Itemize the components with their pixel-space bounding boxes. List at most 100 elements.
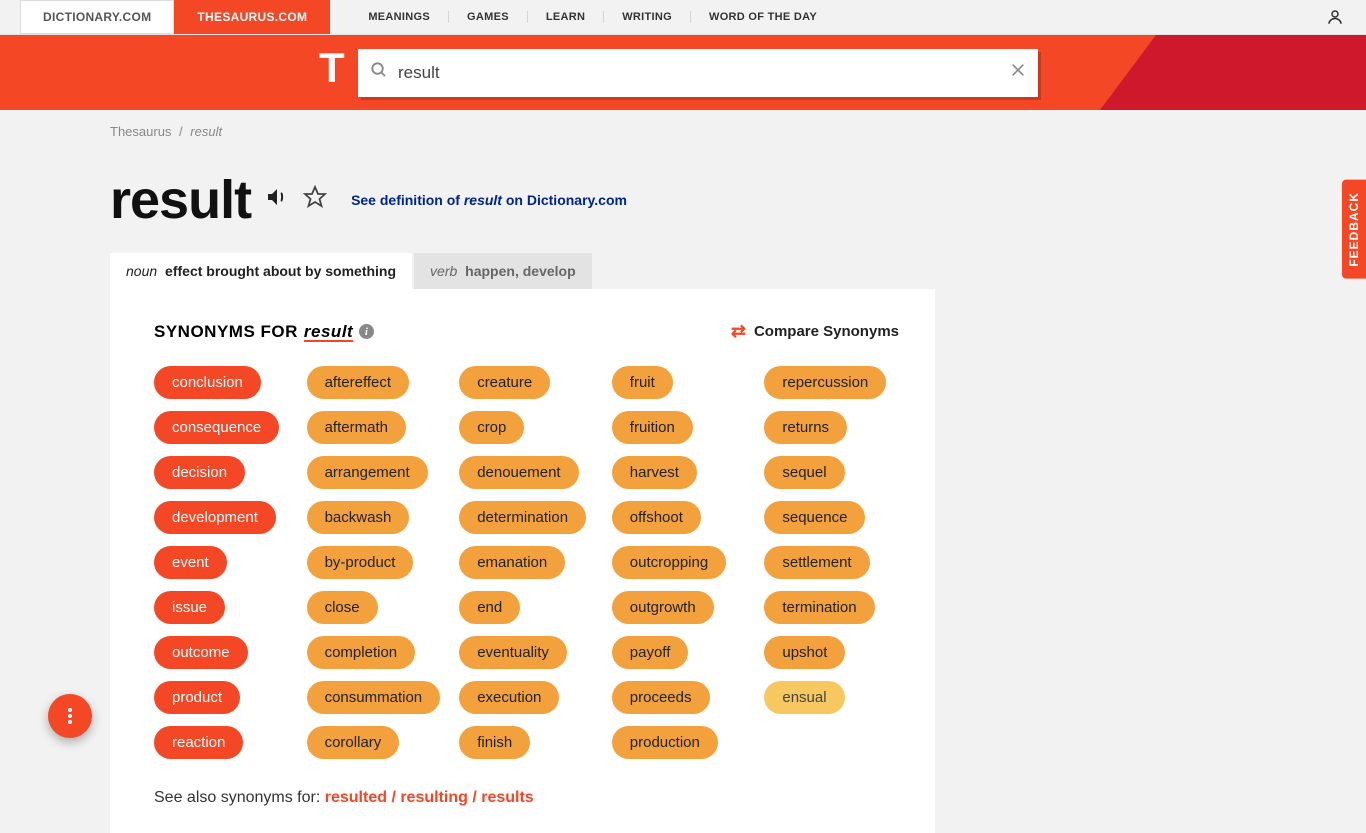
synonym-pill[interactable]: proceeds	[612, 681, 710, 714]
synonym-pill[interactable]: eventuality	[459, 636, 567, 669]
synonym-pill[interactable]: denouement	[459, 456, 578, 489]
deflink-post: on Dictionary.com	[502, 192, 627, 208]
synonym-pill[interactable]: creature	[459, 366, 550, 399]
synonym-pill[interactable]: execution	[459, 681, 559, 714]
main: result See definition of result on Dicti…	[110, 169, 935, 833]
nav-links: MEANINGS GAMES LEARN WRITING WORD OF THE…	[350, 0, 835, 34]
synonym-col: fruit fruition harvest offshoot outcropping o…	[612, 366, 747, 759]
compare-synonyms-button[interactable]: ⇄ Compare Synonyms	[731, 321, 899, 342]
synonym-pill[interactable]: outgrowth	[612, 591, 714, 624]
tab-pos: verb	[430, 263, 457, 279]
synonym-pill[interactable]: fruition	[612, 411, 693, 444]
breadcrumb-root[interactable]: Thesaurus	[110, 124, 171, 139]
synonym-pill[interactable]: consummation	[307, 681, 441, 714]
synonym-pill[interactable]: corollary	[307, 726, 400, 759]
synonym-pill[interactable]: repercussion	[764, 366, 886, 399]
clear-icon[interactable]	[1010, 62, 1026, 83]
feedback-button[interactable]: FEEDBACK	[1342, 180, 1366, 279]
search-bar	[0, 35, 1366, 110]
synonym-pill[interactable]: returns	[764, 411, 847, 444]
compare-label: Compare Synonyms	[754, 323, 899, 340]
synonym-pill[interactable]: crop	[459, 411, 524, 444]
site-tab-thesaurus[interactable]: THESAURUS.COM	[174, 0, 330, 34]
synonym-pill[interactable]: decision	[154, 456, 245, 489]
tab-noun[interactable]: noun effect brought about by something	[110, 253, 412, 289]
swap-icon: ⇄	[731, 321, 746, 342]
synonym-pill[interactable]: backwash	[307, 501, 410, 534]
nav-link-meanings[interactable]: MEANINGS	[350, 11, 449, 23]
see-also: See also synonyms for: resulted / result…	[154, 789, 899, 807]
synonym-pill[interactable]: outcome	[154, 636, 248, 669]
synonym-pill[interactable]: sequence	[764, 501, 865, 534]
pos-tabs: noun effect brought about by something v…	[110, 253, 935, 289]
synonym-pill[interactable]: by-product	[307, 546, 414, 579]
synonym-pill[interactable]: sequel	[764, 456, 844, 489]
synonym-pill[interactable]: harvest	[612, 456, 697, 489]
synonym-pill[interactable]: product	[154, 681, 240, 714]
synonyms-header: SYNONYMS FOR result i	[154, 322, 374, 342]
synonym-pill[interactable]: finish	[459, 726, 530, 759]
synonym-pill[interactable]: aftereffect	[307, 366, 409, 399]
nav-link-wotd[interactable]: WORD OF THE DAY	[691, 11, 835, 23]
synonym-pill[interactable]: determination	[459, 501, 586, 534]
nav-link-writing[interactable]: WRITING	[604, 11, 691, 23]
synonym-col: aftereffect aftermath arrangement backwash b…	[307, 366, 442, 759]
synonym-pill[interactable]: ensual	[764, 681, 844, 714]
tab-def: happen, develop	[465, 263, 575, 279]
synonym-pill[interactable]: development	[154, 501, 276, 534]
synonym-pill[interactable]: reaction	[154, 726, 243, 759]
site-tab-dictionary[interactable]: DICTIONARY.COM	[20, 0, 174, 34]
synonym-pill[interactable]: settlement	[764, 546, 869, 579]
definition-link[interactable]: See definition of result on Dictionary.c…	[351, 192, 627, 208]
tab-verb[interactable]: verb happen, develop	[414, 253, 592, 289]
deflink-pre: See definition of	[351, 192, 464, 208]
search-input[interactable]	[398, 63, 1010, 83]
synonym-col: conclusion consequence decision development…	[154, 366, 289, 759]
see-also-forms[interactable]: resulted / resulting / results	[325, 789, 534, 806]
synonym-pill[interactable]: arrangement	[307, 456, 428, 489]
synonym-pill[interactable]: upshot	[764, 636, 845, 669]
breadcrumb: Thesaurus / result	[0, 110, 1366, 139]
synonym-pill[interactable]: payoff	[612, 636, 689, 669]
synonym-pill[interactable]: end	[459, 591, 520, 624]
search-box	[358, 49, 1038, 97]
synonym-pill[interactable]: close	[307, 591, 378, 624]
synonyms-label: SYNONYMS FOR	[154, 322, 298, 342]
synonym-pill[interactable]: offshoot	[612, 501, 701, 534]
tab-def: effect brought about by something	[165, 263, 396, 279]
synonyms-header-row: SYNONYMS FOR result i ⇄ Compare Synonyms	[154, 321, 899, 342]
headword-row: result See definition of result on Dicti…	[110, 169, 935, 231]
synonym-col: creature crop denouement determination emana…	[459, 366, 594, 759]
thesaurus-logo[interactable]	[315, 50, 363, 98]
synonym-pill[interactable]: completion	[307, 636, 416, 669]
synonym-pill[interactable]: consequence	[154, 411, 279, 444]
synonym-pill[interactable]: production	[612, 726, 718, 759]
info-icon[interactable]: i	[359, 324, 374, 339]
synonym-pill[interactable]: aftermath	[307, 411, 406, 444]
deflink-word: result	[464, 192, 502, 208]
tab-pos: noun	[126, 263, 157, 279]
synonym-pill[interactable]: event	[154, 546, 227, 579]
synonym-pill[interactable]: termination	[764, 591, 874, 624]
synonyms-term: result	[304, 322, 353, 342]
synonym-pill[interactable]: emanation	[459, 546, 565, 579]
synonym-pill[interactable]: issue	[154, 591, 225, 624]
user-icon[interactable]	[1326, 0, 1344, 34]
synonyms-card: SYNONYMS FOR result i ⇄ Compare Synonyms…	[110, 289, 935, 833]
see-also-label: See also synonyms for:	[154, 789, 325, 806]
synonym-pill[interactable]: conclusion	[154, 366, 261, 399]
headword: result	[110, 169, 251, 231]
synonym-pill[interactable]: outcropping	[612, 546, 726, 579]
top-nav: DICTIONARY.COM THESAURUS.COM MEANINGS GA…	[0, 0, 1366, 35]
nav-link-games[interactable]: GAMES	[449, 11, 528, 23]
nav-link-learn[interactable]: LEARN	[528, 11, 604, 23]
synonyms-grid: conclusion consequence decision development…	[154, 366, 899, 759]
synonym-col: repercussion returns sequel sequence settlem…	[764, 366, 899, 759]
more-fab-button[interactable]	[48, 694, 92, 738]
search-icon	[370, 61, 388, 84]
audio-icon[interactable]	[265, 185, 289, 215]
favorite-icon[interactable]	[303, 185, 327, 215]
search-shadow	[1086, 35, 1366, 110]
synonym-pill[interactable]: fruit	[612, 366, 673, 399]
breadcrumb-sep: /	[179, 124, 183, 139]
